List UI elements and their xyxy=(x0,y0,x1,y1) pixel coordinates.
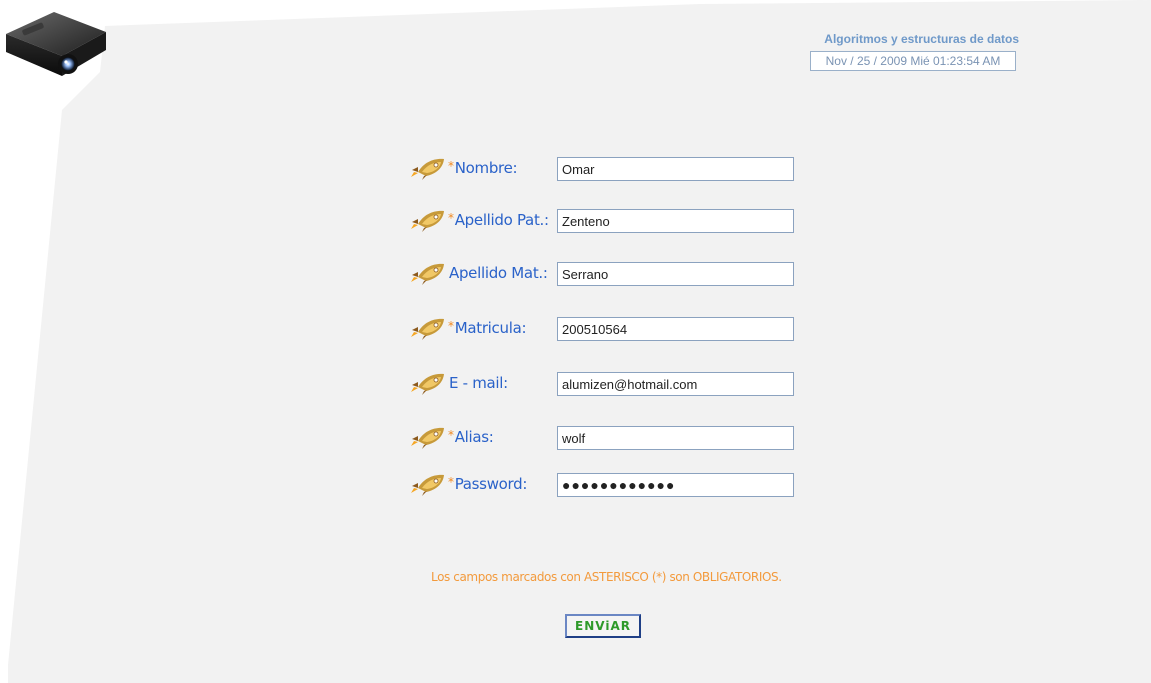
password-input[interactable] xyxy=(557,473,794,497)
required-asterisk: * xyxy=(448,211,454,225)
field-label-text: Nombre: xyxy=(454,159,518,177)
form-row-apellido-pat: *Apellido Pat.: xyxy=(410,208,810,236)
required-asterisk: * xyxy=(448,475,454,489)
rocket-icon xyxy=(411,210,444,232)
alias-input[interactable] xyxy=(557,426,794,450)
field-label: *Matricula: xyxy=(448,319,527,337)
field-label-text: Alias: xyxy=(454,428,494,446)
site-title: Algoritmos y estructuras de datos xyxy=(824,32,1019,46)
required-asterisk: * xyxy=(448,159,454,173)
field-label: E - mail: xyxy=(448,374,508,392)
projector-icon xyxy=(6,12,106,76)
field-label: Apellido Mat.: xyxy=(448,264,548,282)
form-row-password: *Password: xyxy=(410,472,810,500)
required-fields-notice: Los campos marcados con ASTERISCO (*) so… xyxy=(431,570,782,584)
field-label: *Password: xyxy=(448,475,527,493)
apellido-mat-input[interactable] xyxy=(557,262,794,286)
required-asterisk: * xyxy=(448,319,454,333)
field-label: *Nombre: xyxy=(448,159,518,177)
email-input[interactable] xyxy=(557,372,794,396)
rocket-icon xyxy=(411,158,444,180)
submit-button[interactable]: ENViAR xyxy=(565,614,641,638)
rocket-icon xyxy=(411,318,444,340)
field-label-text: Apellido Mat.: xyxy=(449,264,548,282)
field-label-text: Matricula: xyxy=(454,319,527,337)
field-label-text: E - mail: xyxy=(449,374,508,392)
field-label-text: Password: xyxy=(454,475,528,493)
field-label-text: Apellido Pat.: xyxy=(454,211,549,229)
field-label: *Alias: xyxy=(448,428,494,446)
rocket-icon xyxy=(411,427,444,449)
datetime-display: Nov / 25 / 2009 Mié 01:23:54 AM xyxy=(810,51,1016,71)
rocket-icon xyxy=(411,474,444,496)
form-row-nombre: *Nombre: xyxy=(410,156,810,184)
form-row-email: E - mail: xyxy=(410,371,810,399)
form-row-apellido-mat: Apellido Mat.: xyxy=(410,261,810,289)
rocket-icon xyxy=(411,263,444,285)
form-row-alias: *Alias: xyxy=(410,425,810,453)
nombre-input[interactable] xyxy=(557,157,794,181)
form-row-matricula: *Matricula: xyxy=(410,316,810,344)
apellido-pat-input[interactable] xyxy=(557,209,794,233)
matricula-input[interactable] xyxy=(557,317,794,341)
required-asterisk: * xyxy=(448,428,454,442)
rocket-icon xyxy=(411,373,444,395)
field-label: *Apellido Pat.: xyxy=(448,211,549,229)
page: Algoritmos y estructuras de datos Nov / … xyxy=(0,0,1151,683)
